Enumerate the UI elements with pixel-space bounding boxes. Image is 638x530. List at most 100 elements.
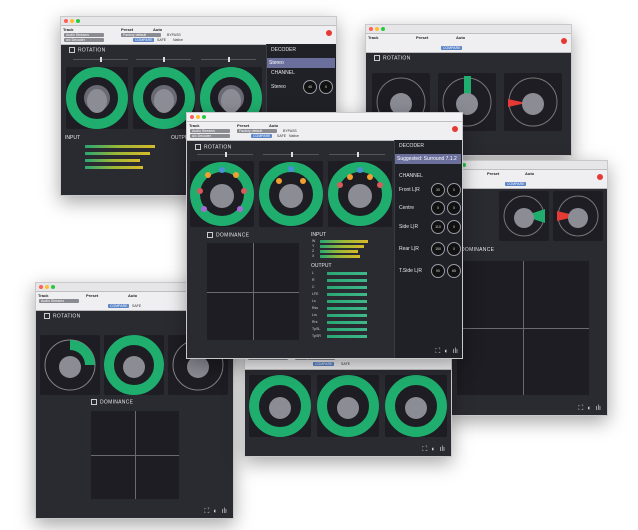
dominance-checkbox[interactable]: [91, 399, 97, 405]
tilt-knob[interactable]: 0: [447, 242, 461, 256]
minimize-dot-icon[interactable]: [196, 115, 200, 119]
rotation-view-3[interactable]: [553, 191, 603, 241]
close-dot-icon[interactable]: [39, 285, 43, 289]
contrast-icon[interactable]: ◐: [213, 508, 217, 516]
window-titlebar: [61, 17, 336, 26]
close-dot-icon[interactable]: [64, 19, 68, 23]
output-meter: [327, 321, 367, 324]
rotation-slider[interactable]: [136, 57, 191, 62]
contrast-icon[interactable]: ◐: [444, 348, 448, 356]
minimize-dot-icon[interactable]: [375, 27, 379, 31]
rotation-checkbox[interactable]: [69, 47, 75, 53]
tilt-knob[interactable]: 0: [319, 80, 333, 94]
expand-icon[interactable]: ⛶: [422, 446, 427, 454]
slider-knob[interactable]: [225, 152, 227, 157]
safe-button[interactable]: SAFE: [341, 362, 350, 366]
preset-select[interactable]: Factory default: [237, 129, 277, 133]
compare-button[interactable]: COMPARE: [313, 362, 335, 366]
bypass-button[interactable]: BYPASS: [283, 129, 297, 133]
slider-knob[interactable]: [357, 152, 359, 157]
slider-knob[interactable]: [100, 57, 102, 62]
slider-knob[interactable]: [291, 152, 293, 157]
angle-knob[interactable]: 150: [431, 242, 445, 256]
power-icon[interactable]: [326, 30, 332, 36]
close-dot-icon[interactable]: [190, 115, 194, 119]
rotation-view-2[interactable]: [259, 161, 323, 227]
dominance-pad[interactable]: [91, 411, 179, 499]
rotation-slider[interactable]: [73, 57, 128, 62]
rotation-slider[interactable]: [197, 152, 253, 157]
close-dot-icon[interactable]: [369, 27, 373, 31]
expand-icon[interactable]: ⛶: [204, 508, 209, 516]
track-select[interactable]: Audio Streams: [190, 129, 230, 133]
rotation-slider[interactable]: [263, 152, 319, 157]
angle-knob[interactable]: 0: [431, 201, 445, 215]
contrast-icon[interactable]: ◐: [587, 405, 591, 413]
tilt-knob[interactable]: 0: [447, 183, 461, 197]
rotation-view-2[interactable]: [104, 335, 164, 395]
safe-button[interactable]: SAFE: [157, 38, 166, 42]
bypass-button[interactable]: BYPASS: [167, 33, 181, 37]
angle-knob[interactable]: 45: [303, 80, 317, 94]
rotation-view-2[interactable]: [317, 375, 379, 437]
track-select[interactable]: Audio Streams: [39, 299, 79, 303]
tilt-knob[interactable]: 65: [447, 264, 461, 278]
zoom-dot-icon[interactable]: [51, 285, 55, 289]
window-titlebar: [366, 25, 571, 34]
minimize-dot-icon[interactable]: [70, 19, 74, 23]
rotation-view-1[interactable]: [66, 67, 128, 129]
expand-icon[interactable]: ⛶: [578, 405, 583, 413]
zoom-dot-icon[interactable]: [381, 27, 385, 31]
rotation-view-1[interactable]: [40, 335, 100, 395]
rotation-slider[interactable]: [329, 152, 385, 157]
compare-button[interactable]: COMPARE: [108, 304, 130, 308]
rotation-checkbox[interactable]: [195, 144, 201, 150]
tilt-knob[interactable]: 0: [447, 220, 461, 234]
rotation-checkbox[interactable]: [374, 55, 380, 61]
channel-header: CHANNEL: [399, 173, 423, 179]
zoom-dot-icon[interactable]: [76, 19, 80, 23]
rotation-view-2[interactable]: [499, 191, 549, 241]
slider-knob[interactable]: [228, 57, 230, 62]
compare-button[interactable]: COMPARE: [251, 134, 273, 138]
decoder-mode[interactable]: Stereo: [267, 58, 335, 68]
compare-button[interactable]: COMPARE: [133, 38, 155, 42]
expand-icon[interactable]: ⛶: [435, 348, 440, 356]
angle-knob[interactable]: 30: [431, 183, 445, 197]
native-label: Native: [173, 38, 183, 42]
preset-label: Preset: [416, 35, 429, 40]
track-select[interactable]: Audio Streams: [64, 33, 104, 37]
safe-button[interactable]: SAFE: [277, 134, 286, 138]
rotation-view-1[interactable]: [249, 375, 311, 437]
insert-select[interactable]: a/c Decoder: [64, 38, 104, 42]
angle-knob[interactable]: 110: [431, 220, 445, 234]
power-icon[interactable]: [561, 38, 567, 44]
rotation-view-3[interactable]: [385, 375, 447, 437]
slider-knob[interactable]: [163, 57, 165, 62]
preset-select[interactable]: Factory default: [121, 33, 161, 37]
insert-select[interactable]: a/c Decoder: [190, 134, 230, 138]
angle-knob[interactable]: 90: [431, 264, 445, 278]
dominance-pad[interactable]: [207, 243, 299, 340]
dominance-title: DOMINANCE: [461, 247, 495, 253]
dominance-pad[interactable]: [457, 261, 589, 395]
compare-button[interactable]: COMPARE: [441, 46, 463, 50]
zoom-dot-icon[interactable]: [202, 115, 206, 119]
tilt-knob[interactable]: 0: [447, 201, 461, 215]
suggested-layout[interactable]: Suggested: Surround 7.1.2: [395, 154, 461, 164]
rotation-view-3[interactable]: [328, 161, 392, 227]
dominance-checkbox[interactable]: [207, 232, 213, 238]
rotation-slider[interactable]: [201, 57, 256, 62]
contrast-icon[interactable]: ◐: [431, 446, 435, 454]
track-label: Track: [63, 27, 74, 32]
footer-icons: ⛶ ◐ ılı: [204, 508, 227, 516]
minimize-dot-icon[interactable]: [45, 285, 49, 289]
power-icon[interactable]: [452, 126, 458, 132]
rotation-view-3[interactable]: [504, 73, 562, 131]
safe-button[interactable]: SAFE: [132, 304, 141, 308]
rotation-view-1[interactable]: [190, 161, 254, 227]
compare-button[interactable]: COMPARE: [505, 182, 527, 186]
rotation-checkbox[interactable]: [44, 313, 50, 319]
plugin-header: Preset Auto COMPARE: [447, 170, 607, 189]
power-icon[interactable]: [597, 174, 603, 180]
